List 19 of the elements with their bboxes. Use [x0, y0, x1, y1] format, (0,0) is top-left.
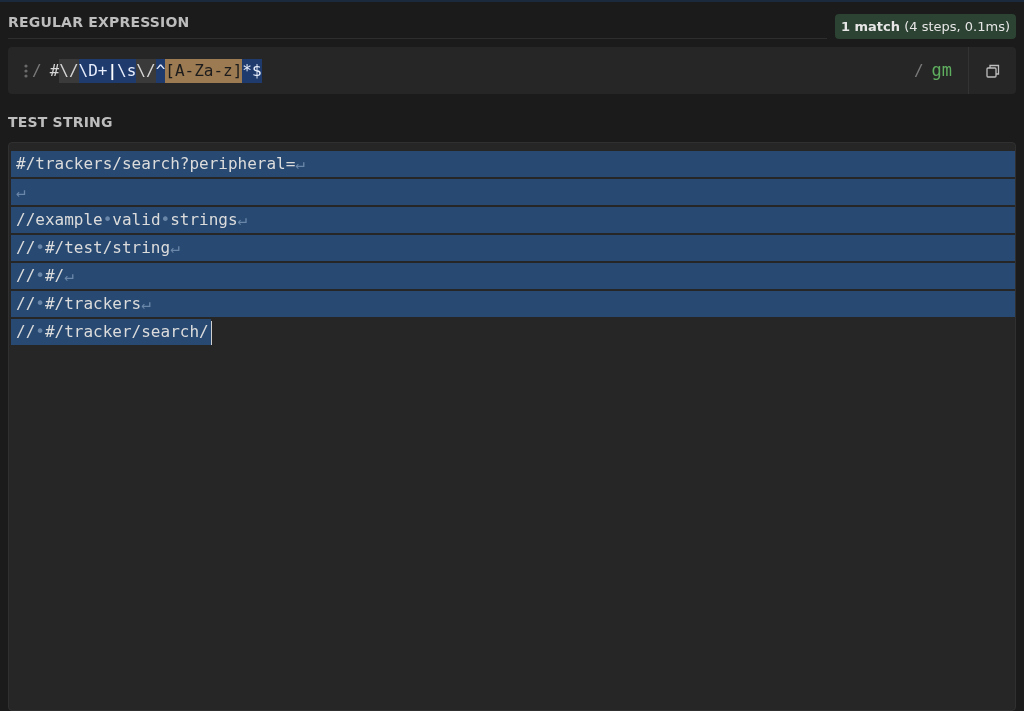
regex-token: ^ — [155, 58, 166, 83]
regex-flags[interactable]: gm — [931, 57, 952, 84]
regex-token: \s — [117, 58, 137, 83]
regex-token: | — [107, 58, 118, 83]
text-cursor — [210, 320, 212, 345]
regex-token: \/ — [136, 58, 156, 83]
regex-token: # — [49, 59, 60, 82]
section-title: REGULAR EXPRESSION — [8, 14, 190, 30]
drag-handle-icon[interactable] — [24, 63, 28, 78]
copy-icon — [985, 63, 1000, 78]
regex-token: \/ — [59, 58, 79, 83]
regex-token: \D+ — [78, 58, 108, 83]
regex-token: [A-Za-z] — [165, 58, 243, 83]
test-string-editor[interactable]: #/trackers/search?peripheral=↵ ↵ //example•valid•strings↵ //•#/test/string↵ //•#/↵ //•#/trackers↵ //•#/tracker/search/ — [8, 142, 1016, 711]
regex-token: *$ — [242, 58, 262, 83]
regex-delimiter: / — [913, 59, 924, 82]
match-info-badge: 1 match (4 steps, 0.1ms) — [834, 13, 1016, 39]
section-title: TEST STRING — [8, 114, 113, 130]
regex-delimiter: / — [32, 59, 42, 82]
